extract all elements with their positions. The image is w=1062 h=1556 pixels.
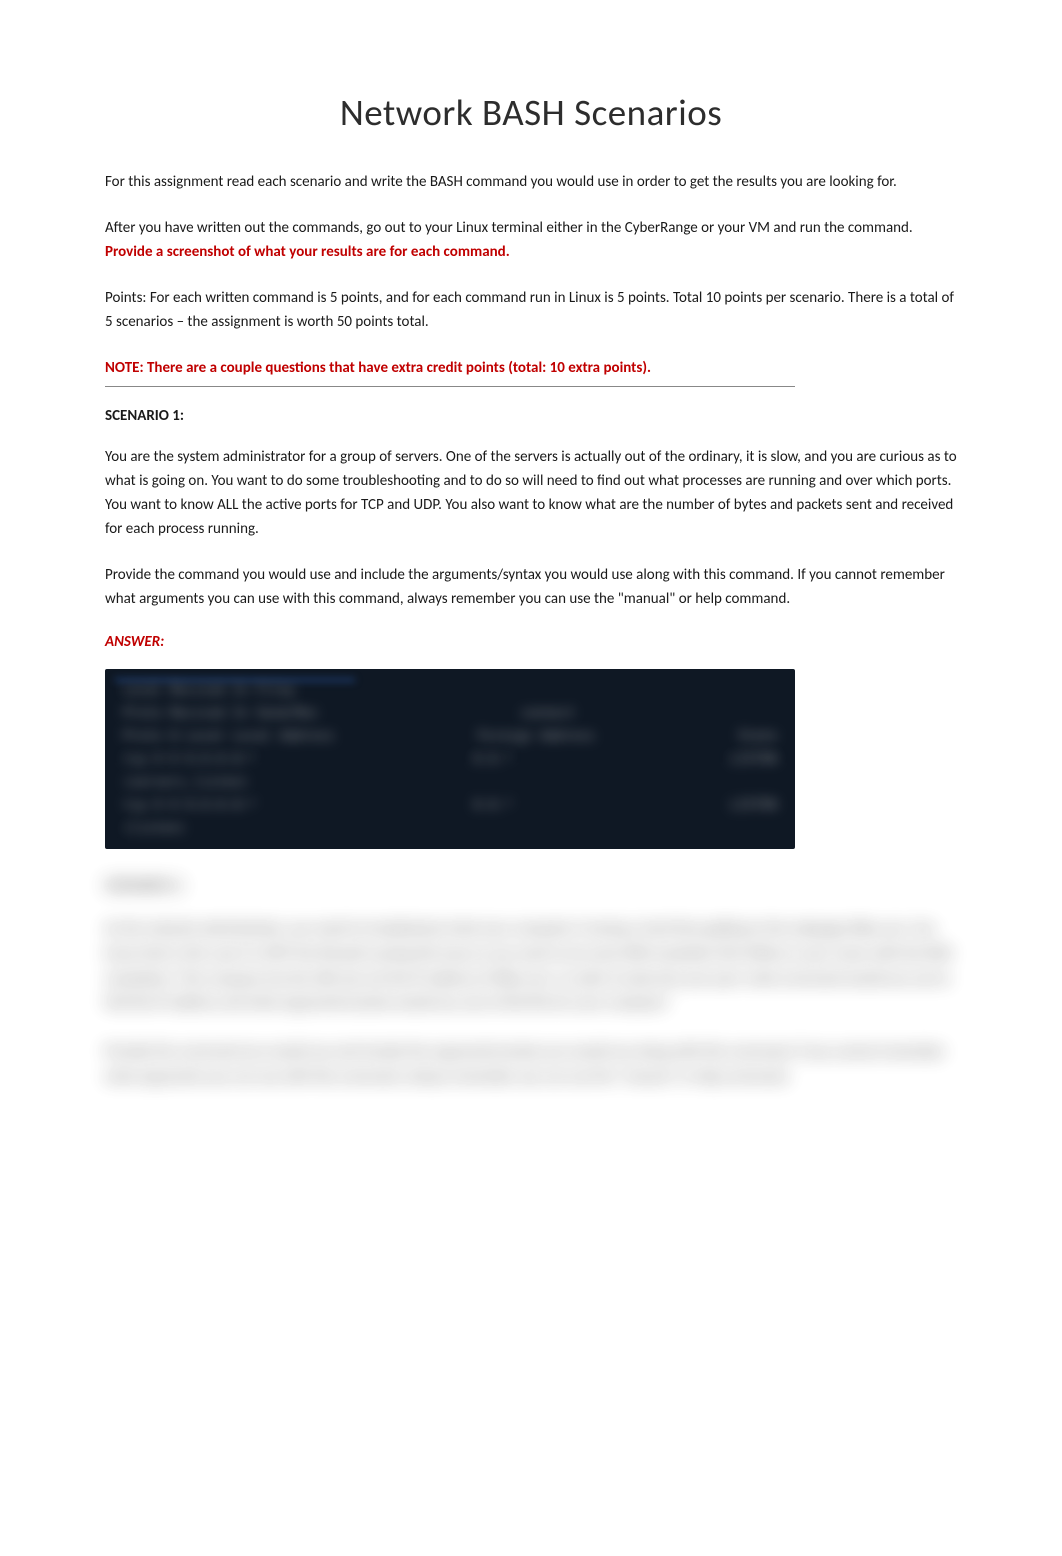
intro-paragraph-2: After you have written out the commands,… — [105, 216, 957, 264]
scenario-1-body-2: Provide the command you would use and in… — [105, 563, 957, 611]
answer-label: ANSWER: — [105, 633, 957, 651]
terminal-row: Local Recvied In Filey — [123, 683, 777, 698]
terminal-screenshot: Local Recvied In Filey Proto Recvied In … — [105, 669, 795, 849]
document-page: Network BASH Scenarios For this assignme… — [0, 0, 1062, 1174]
screenshot-instruction: Provide a screenshot of what your result… — [105, 243, 510, 261]
scenario-1-body-1: You are the system administrator for a g… — [105, 445, 957, 541]
scenario-2-body-2: Provide the command you would use and in… — [105, 1040, 957, 1090]
intro-paragraph-1: For this assignment read each scenario a… — [105, 170, 957, 194]
extra-credit-note: NOTE: There are a couple questions that … — [105, 356, 957, 380]
points-paragraph: Points: For each written command is 5 po… — [105, 286, 957, 334]
terminal-row: tcp 0 0 0.0.0.0:*0.0.*LISTEN — [123, 798, 777, 813]
scenario-1-heading: SCENARIO 1: — [105, 407, 957, 425]
blurred-scenario-2: SCENARIO 2: As the network administrator… — [105, 877, 957, 1090]
page-title: Network BASH Scenarios — [105, 90, 957, 135]
terminal-row: Proto Recvied In Send/Recconnect — [123, 706, 777, 721]
scenario-2-heading: SCENARIO 2: — [105, 877, 957, 895]
terminal-row: (listen) — [123, 821, 777, 836]
scenario-2-body-1: As the network administrator, you need t… — [105, 917, 957, 1016]
intro-p2-prefix: After you have written out the commands,… — [105, 219, 913, 237]
note-divider — [105, 386, 795, 387]
terminal-row: Proto Q Local Local AddressForeign Addre… — [123, 729, 777, 744]
terminal-row: (servers_listen) — [123, 775, 777, 790]
terminal-row: tcp 0 0 0.0.0.0:*0.0.*LISTEN — [123, 752, 777, 767]
terminal-selection — [115, 679, 355, 681]
